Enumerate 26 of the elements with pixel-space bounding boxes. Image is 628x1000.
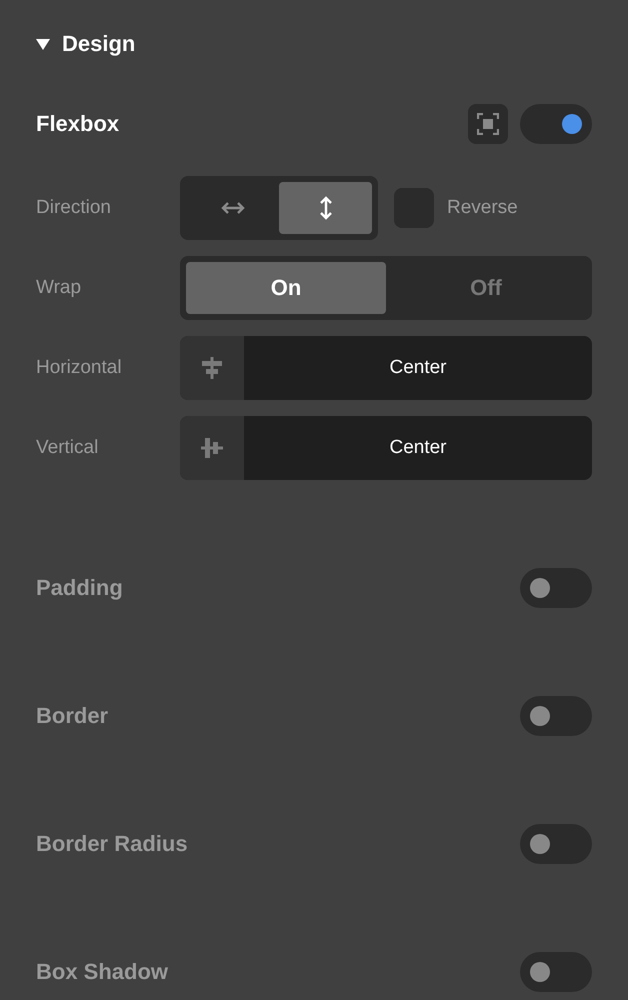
align-select[interactable]: Center: [180, 416, 592, 480]
horizontal-arrow-icon: [220, 201, 244, 215]
toggle-switch[interactable]: [520, 568, 592, 608]
checkbox-label: Reverse: [447, 197, 518, 219]
toggle-switch[interactable]: [520, 952, 592, 992]
section-title: Box Shadow: [36, 959, 168, 985]
toggle-switch[interactable]: [520, 104, 592, 144]
focus-frame-icon[interactable]: [468, 104, 508, 144]
section-title: Padding: [36, 575, 123, 601]
align-select[interactable]: Center: [180, 336, 592, 400]
section-title: Border Radius: [36, 831, 188, 857]
field-label: Wrap: [36, 277, 82, 299]
field-label: Horizontal: [36, 357, 123, 379]
wrap-option[interactable]: On: [186, 262, 386, 314]
field-label: Direction: [36, 197, 112, 219]
caret-icon[interactable]: [36, 38, 50, 50]
field-label: Vertical: [36, 437, 100, 459]
section-title: Flexbox: [36, 111, 120, 137]
align-middle-icon: [201, 437, 223, 459]
toggle-switch[interactable]: [520, 696, 592, 736]
vertical-arrow-icon: [318, 196, 332, 220]
align-center-icon: [201, 357, 223, 379]
section-title: Design: [62, 31, 136, 57]
direction-option[interactable]: [279, 182, 372, 234]
section-title: Border: [36, 703, 108, 729]
toggle-switch[interactable]: [520, 824, 592, 864]
